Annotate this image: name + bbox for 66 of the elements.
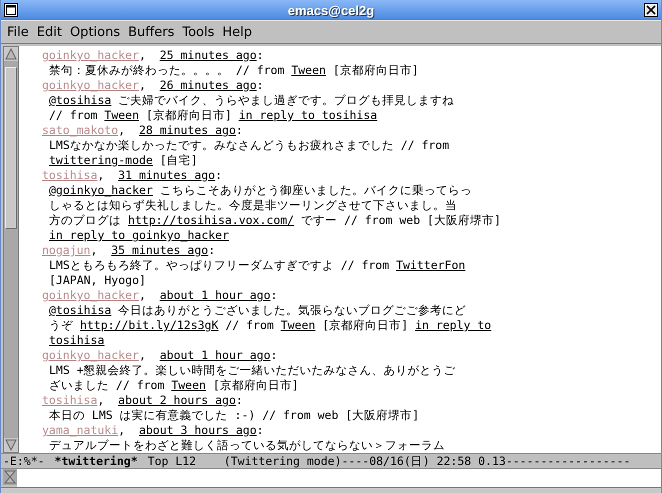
scrollbar[interactable]	[3, 46, 19, 453]
link[interactable]: Tween	[171, 378, 206, 392]
close-icon[interactable]	[644, 3, 658, 17]
tweet-text: デュアルブートをわざと難しく語っている気がしてならない＞フォーラム	[48, 438, 446, 453]
link[interactable]: @goinkyo_hacker	[49, 183, 153, 197]
time-link[interactable]: 35 minutes ago	[111, 243, 208, 257]
window-title: emacs@cel2g	[288, 2, 374, 18]
tweet-text: @tosihisa 今日はありがとうございました。気張らないブログごご参考にど	[48, 303, 468, 318]
buffer-name: *twittering*	[54, 454, 138, 468]
time-link[interactable]: about 1 hour ago	[160, 348, 270, 362]
link[interactable]: TwitterFon	[396, 258, 466, 272]
menu-item[interactable]: File	[3, 24, 33, 40]
tweet-text: しゃるとは知らず失礼しました。今度是非ツーリングさせて下さいまし。当	[48, 198, 458, 213]
link[interactable]: in reply to goinkyo_hacker	[49, 228, 230, 242]
link[interactable]: Tween	[104, 108, 140, 122]
tweet-text: @goinkyo_hacker こちらこそありがとう御座いました。バイクに乗ってらっ	[48, 183, 473, 198]
tweet-header: tosihisa, about 2 hours ago:	[42, 393, 244, 408]
menu-item[interactable]: Help	[218, 24, 256, 40]
tweet-text: うぞ http://bit.ly/12s3gK // from Tween [京都府向日市] in reply to	[48, 318, 492, 333]
link[interactable]: http://tosihisa.vox.com/	[128, 213, 294, 227]
time-link[interactable]: about 2 hours ago	[118, 393, 236, 407]
link[interactable]: tosihisa	[49, 333, 104, 347]
tweet-text: 方のブログは http://tosihisa.vox.com/ ですー // from web [大阪府堺市]	[48, 213, 502, 228]
link[interactable]: Tween	[291, 63, 326, 77]
tweet-text: // from Tween [京都府向日市] in reply to tosihisa	[48, 108, 378, 123]
link[interactable]: Tween	[280, 318, 316, 332]
tweet-text: LMSなかなか楽しかったです。みなさんどうもお疲れさまでした // from	[48, 138, 450, 153]
tweet-header: sato_makoto, 28 minutes ago:	[42, 123, 244, 138]
time-link[interactable]: 31 minutes ago	[118, 168, 216, 182]
horizontal-scrollbar[interactable]	[1, 487, 661, 493]
tweet-header: goinkyo_hacker, about 1 hour ago:	[42, 288, 278, 303]
scroll-up-icon[interactable]	[4, 47, 18, 61]
link[interactable]: twittering-mode	[49, 153, 153, 167]
tweet-header: yama_natuki, about 3 hours ago:	[42, 423, 265, 438]
link[interactable]: @tosihisa	[49, 303, 112, 317]
tweet-text: ざいました // from Tween [京都府向日市]	[48, 378, 300, 393]
scroll-down-icon[interactable]	[4, 438, 18, 452]
link[interactable]: http://bit.ly/12s3gK	[80, 318, 218, 332]
time-link[interactable]: about 3 hours ago	[138, 423, 257, 437]
time-link[interactable]: 26 minutes ago	[160, 78, 257, 92]
link[interactable]: @tosihisa	[49, 93, 112, 107]
tweet-text: @tosihisa ご夫婦でバイク、うらやまし過ぎです。ブログも拝見しますね	[48, 93, 456, 108]
tweet-text: 禁句：夏休みが終わった。。。。 // from Tween [京都府向日市]	[48, 63, 420, 78]
time-link[interactable]: 25 minutes ago	[160, 48, 257, 62]
menu-item[interactable]: Edit	[32, 24, 66, 40]
window-menu-icon[interactable]	[4, 3, 18, 17]
tweet-text: LMS +懇親会終了。楽しい時間をご一緒いただいたみなさん、ありがとうご	[48, 363, 457, 378]
tweet-header: goinkyo_hacker, 25 minutes ago:	[42, 48, 265, 63]
tweet-header: tosihisa, 31 minutes ago:	[42, 168, 224, 183]
menu-item[interactable]: Options	[66, 24, 124, 40]
mode-line-info: Top L12 (Twittering mode)----08/16(日) 22:58 0.13------------------	[148, 454, 630, 468]
tweet-text: twittering-mode [自宅]	[48, 153, 199, 168]
link[interactable]: in reply to tosihisa	[238, 108, 378, 122]
tweet-header: nogajun, 35 minutes ago:	[42, 243, 216, 258]
menu-item[interactable]: Buffers	[124, 24, 178, 40]
link[interactable]: in reply to	[415, 318, 492, 332]
scroll-thumb[interactable]	[5, 67, 17, 229]
tweet-text: [JAPAN, Hyogo]	[48, 273, 147, 288]
tweet-text: 本日の LMS は実に有意義でした :-) // from web [大阪府堺市]	[48, 408, 420, 423]
tweet-header: goinkyo_hacker, 26 minutes ago:	[42, 78, 265, 93]
tweet-text: LMSともろもろ終了。やっぱりフリーダムすぎですよ // from TwitterFon	[48, 258, 466, 273]
tweet-header: goinkyo_hacker, about 1 hour ago:	[42, 348, 278, 363]
menu-item[interactable]: Tools	[178, 24, 218, 40]
time-link[interactable]: about 1 hour ago	[160, 288, 270, 302]
mode-line-status: -E:%*-	[3, 454, 45, 468]
time-link[interactable]: 28 minutes ago	[138, 123, 236, 137]
